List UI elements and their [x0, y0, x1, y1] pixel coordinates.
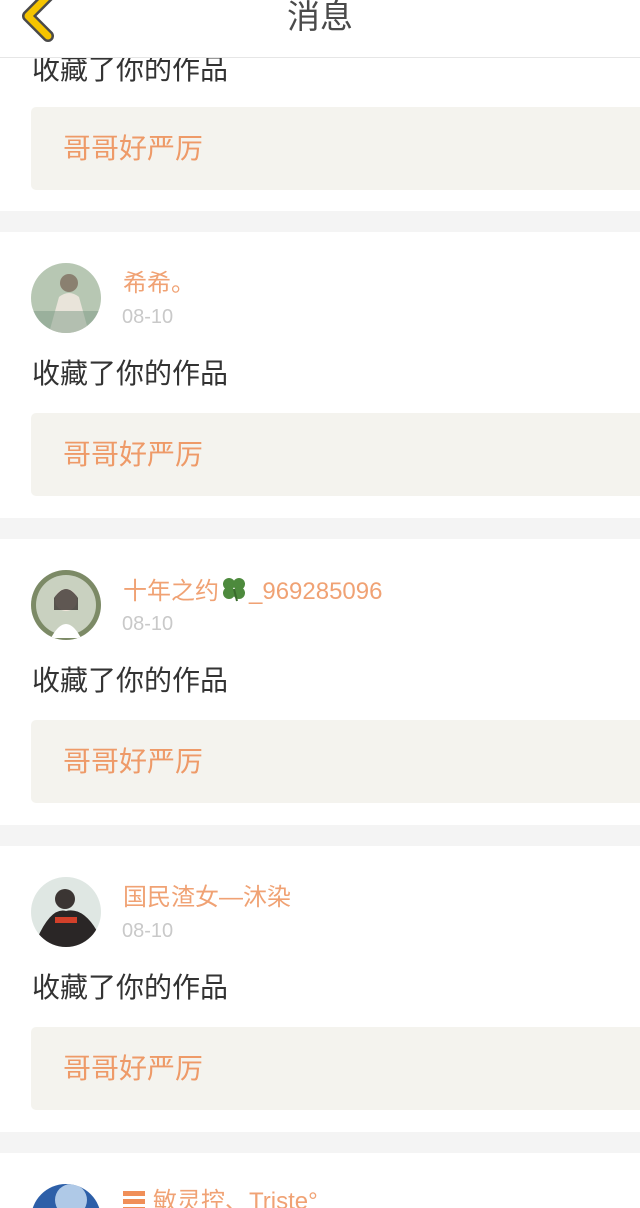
avatar[interactable] [31, 570, 101, 640]
work-preview[interactable]: 哥哥好严厉 [31, 720, 640, 803]
message-card: 敏灵控、Triste° [0, 1153, 640, 1208]
message-card: 国民渣女—沐染 08-10 收藏了你的作品 哥哥好严厉 [0, 846, 640, 1132]
work-title[interactable]: 哥哥好严厉 [63, 744, 203, 780]
work-title[interactable]: 哥哥好严厉 [63, 1051, 203, 1087]
work-title[interactable]: 哥哥好严厉 [63, 131, 203, 167]
username[interactable]: 敏灵控、Triste° [123, 1187, 318, 1208]
action-text: 收藏了你的作品 [32, 972, 229, 1003]
separator [0, 518, 640, 539]
avatar[interactable] [31, 263, 101, 333]
avatar-image [31, 1184, 101, 1208]
avatar[interactable] [31, 877, 101, 947]
message-card: 十年之约 _969285096 08-10 收藏了你的作品 哥哥好严厉 [0, 539, 640, 825]
timestamp: 08-10 [122, 306, 174, 328]
username[interactable]: 希希。 [123, 269, 195, 299]
avatar[interactable] [31, 1184, 101, 1208]
action-text: 收藏了你的作品 [32, 358, 229, 389]
work-preview[interactable]: 哥哥好严厉 [31, 1027, 640, 1110]
username[interactable]: 十年之约 _969285096 [123, 576, 382, 607]
page-title: 消息 [287, 0, 353, 35]
avatar-image [31, 263, 101, 333]
avatar-image [31, 570, 101, 640]
top-bar: 消息 [0, 0, 640, 58]
separator [0, 825, 640, 846]
work-title[interactable]: 哥哥好严厉 [63, 437, 203, 473]
work-preview[interactable]: 哥哥好严厉 [31, 107, 640, 190]
timestamp: 08-10 [122, 920, 174, 942]
clover-icon [223, 578, 245, 602]
level-badge-icon [123, 1191, 145, 1208]
message-card: 希希。 08-10 收藏了你的作品 哥哥好严厉 [0, 232, 640, 518]
username[interactable]: 国民渣女—沐染 [123, 883, 291, 913]
avatar-image [31, 877, 101, 947]
work-preview[interactable]: 哥哥好严厉 [31, 413, 640, 496]
action-text: 收藏了你的作品 [32, 665, 229, 696]
separator [0, 1132, 640, 1153]
separator [0, 211, 640, 232]
timestamp: 08-10 [122, 613, 174, 635]
